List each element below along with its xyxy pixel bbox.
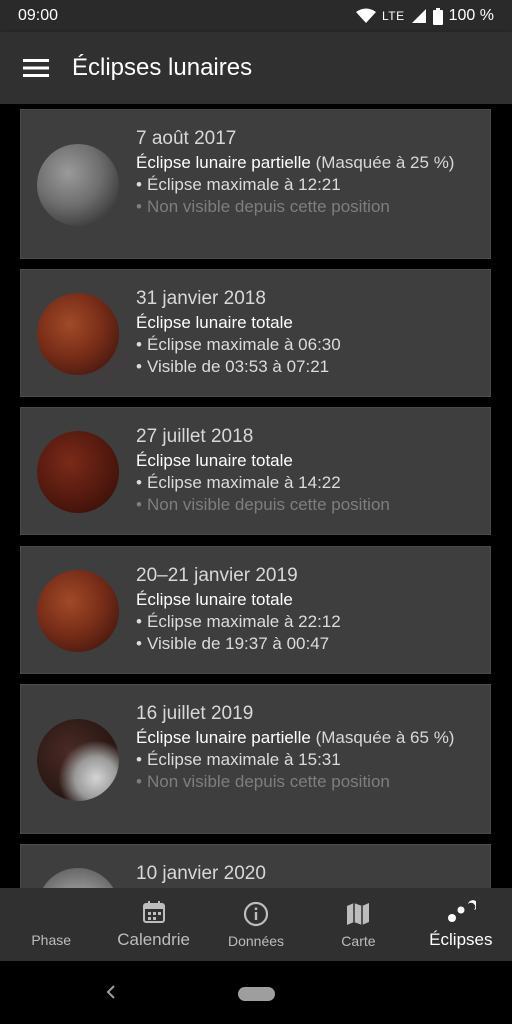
eclipse-visibility: • Visible de 19:37 à 00:47 (136, 634, 330, 653)
app-bar: Éclipses lunaires (0, 32, 512, 104)
eclipse-details: 7 août 2017 Éclipse lunaire partielle (M… (136, 128, 476, 218)
eclipse-mask: (Masquée à 65 %) (315, 728, 455, 747)
system-navigation-bar (0, 961, 512, 1024)
eclipse-details: 10 janvier 2020 (136, 863, 476, 887)
eclipse-visibility: • Non visible depuis cette position (136, 197, 390, 216)
chevron-left-icon (106, 985, 115, 999)
nav-calendar[interactable]: Calendrie (102, 888, 204, 961)
eclipse-date: 31 janvier 2018 (136, 288, 266, 309)
eclipse-type: Éclipse lunaire partielle (Masquée à 65 … (136, 728, 455, 747)
page-title: Éclipses lunaires (72, 54, 253, 81)
info-icon (243, 901, 269, 926)
moon-image (37, 719, 119, 801)
eclipse-max: • Éclipse maximale à 22:12 (136, 612, 341, 631)
eclipse-card[interactable]: 7 août 2017 Éclipse lunaire partielle (M… (20, 109, 491, 259)
nav-label: Calendrie (117, 929, 190, 949)
bottom-navigation: Phase Calendrie Données Carte Éclipses (0, 888, 512, 961)
eclipse-details: 20–21 janvier 2019 Éclipse lunaire total… (136, 565, 476, 655)
back-button[interactable] (100, 981, 122, 1003)
eclipse-card[interactable]: 10 janvier 2020 (20, 844, 491, 888)
eclipse-max: • Éclipse maximale à 12:21 (136, 175, 341, 194)
hamburger-icon (23, 59, 49, 77)
eclipse-max: • Éclipse maximale à 15:31 (136, 750, 341, 769)
eclipse-card[interactable]: 16 juillet 2019 Éclipse lunaire partiell… (20, 684, 491, 834)
menu-button[interactable] (0, 32, 72, 104)
eclipse-type: Éclipse lunaire totale (136, 451, 293, 470)
eclipse-date: 27 juillet 2018 (136, 426, 254, 447)
eclipse-mask: (Masquée à 25 %) (315, 153, 455, 172)
moon-image (37, 293, 119, 375)
moon-image (37, 570, 119, 652)
eclipse-card[interactable]: 27 juillet 2018 Éclipse lunaire totale •… (20, 407, 491, 535)
eclipse-card[interactable]: 31 janvier 2018 Éclipse lunaire totale •… (20, 269, 491, 397)
network-type: LTE (382, 9, 405, 23)
eclipse-type: Éclipse lunaire totale (136, 590, 293, 609)
nav-phase[interactable]: Phase (0, 888, 102, 961)
battery-icon (432, 7, 443, 25)
eclipse-icon (447, 899, 476, 922)
status-icons: LTE 100 % (356, 7, 494, 25)
calendar-icon (142, 900, 165, 923)
nav-map[interactable]: Carte (307, 888, 409, 961)
eclipse-date: 16 juillet 2019 (136, 703, 254, 724)
eclipse-list[interactable]: 7 août 2017 Éclipse lunaire partielle (M… (0, 104, 512, 888)
eclipse-type: Éclipse lunaire partielle (Masquée à 25 … (136, 153, 455, 172)
wifi-icon (356, 8, 376, 23)
nav-data[interactable]: Données (205, 888, 307, 961)
eclipse-details: 27 juillet 2018 Éclipse lunaire totale •… (136, 426, 476, 516)
battery-level: 100 % (448, 7, 494, 24)
eclipse-max: • Éclipse maximale à 14:22 (136, 473, 341, 492)
eclipse-date: 7 août 2017 (136, 128, 237, 149)
nav-label: Phase (31, 931, 72, 948)
nav-eclipses[interactable]: Éclipses (410, 888, 512, 961)
eclipse-visibility: • Visible de 03:53 à 07:21 (136, 357, 330, 376)
nav-label: Carte (341, 932, 376, 949)
eclipse-card[interactable]: 20–21 janvier 2019 Éclipse lunaire total… (20, 546, 491, 674)
eclipse-visibility: • Non visible depuis cette position (136, 495, 390, 514)
eclipse-max: • Éclipse maximale à 06:30 (136, 335, 341, 354)
eclipse-type: Éclipse lunaire totale (136, 313, 293, 332)
status-time: 09:00 (18, 7, 59, 24)
eclipse-details: 16 juillet 2019 Éclipse lunaire partiell… (136, 703, 476, 793)
nav-label: Éclipses (429, 929, 493, 949)
eclipse-date: 20–21 janvier 2019 (136, 565, 298, 586)
status-bar: 09:00 LTE 100 % (0, 0, 512, 32)
moon-phase-icon (44, 903, 55, 924)
moon-image (37, 144, 119, 226)
home-button[interactable] (238, 987, 275, 1001)
map-icon (347, 902, 370, 925)
signal-icon (411, 9, 426, 23)
eclipse-visibility: • Non visible depuis cette position (136, 772, 390, 791)
moon-image (37, 868, 119, 888)
eclipse-details: 31 janvier 2018 Éclipse lunaire totale •… (136, 288, 476, 378)
moon-image (37, 431, 119, 513)
eclipse-date: 10 janvier 2020 (136, 863, 266, 884)
nav-label: Données (227, 932, 285, 949)
